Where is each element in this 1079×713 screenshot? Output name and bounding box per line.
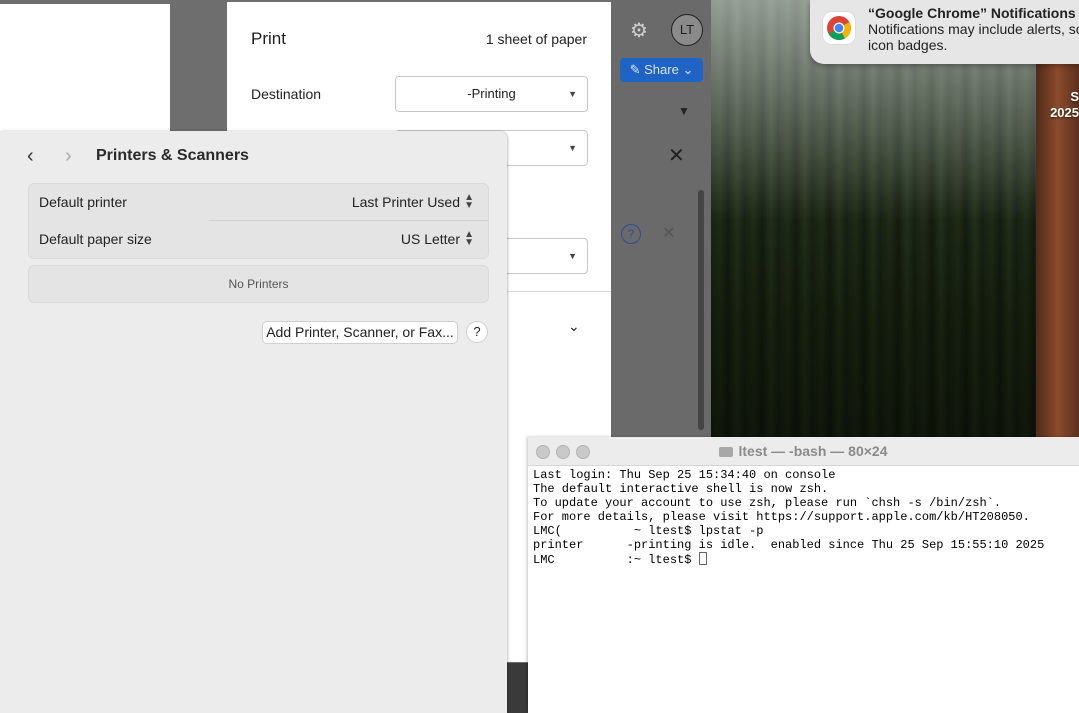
terminal-window: ltest — -bash — 80×24 Last login: Thu Se… [528,437,1079,713]
terminal-prompt: LMC :~ ltest$ [533,553,699,567]
print-title: Print [251,29,286,48]
terminal-line: For more details, please visit https://s… [533,510,1030,524]
terminal-line: printer -printing is idle. enabled since… [533,538,1045,552]
sheet-count: 1 sheet of paper [485,31,587,47]
destination-label: Destination [251,86,322,102]
terminal-titlebar[interactable]: ltest — -bash — 80×24 [528,437,1079,466]
notification-body-line: icon badges. [868,37,948,53]
print-preview-page [0,4,170,131]
notification-title: “Google Chrome” Notifications [868,5,1076,21]
notification-banner[interactable]: “Google Chrome” Notifications Notificati… [810,0,1079,64]
paper-size-value[interactable]: US Letter [401,231,460,247]
caret-down-icon: ▼ [568,251,577,261]
terminal-line: To update your account to use zsh, pleas… [533,496,1002,510]
avatar[interactable]: LT [671,14,703,46]
pane-title: Printers & Scanners [96,147,249,164]
forward-chevron-icon[interactable]: › [65,145,72,168]
terminal-output[interactable]: Last login: Thu Sep 25 15:34:40 on conso… [533,468,1079,567]
destination-value: -Printing [467,86,516,101]
desktop-year-fragment: 2025 [1050,105,1079,120]
desktop-date-fragment: S [1070,89,1079,104]
chevron-down-icon[interactable]: ▼ [678,104,690,118]
folder-icon [719,447,734,457]
close-icon[interactable]: ✕ [662,223,675,243]
default-printer-row[interactable]: Default printer Last Printer Used ▲ ▼ [29,184,488,221]
back-chevron-icon[interactable]: ‹ [27,145,34,168]
terminal-line: LMC( ~ ltest$ lpstat -p [533,524,764,538]
paper-size-label: Default paper size [39,231,152,247]
close-icon[interactable]: ✕ [668,143,685,168]
notification-body: Notifications may include alerts, so ico… [868,21,1079,53]
updown-icon[interactable]: ▲ ▼ [464,193,474,211]
terminal-prompt-line: LMC :~ ltest$ [533,552,1079,567]
default-paper-size-row[interactable]: Default paper size US Letter ▲ ▼ [29,221,488,258]
share-label: Share [644,62,679,77]
defaults-group: Default printer Last Printer Used ▲ ▼ Def… [28,183,489,259]
no-printers-text: No Printers [228,277,289,291]
default-printer-value[interactable]: Last Printer Used [352,194,460,210]
terminal-line: The default interactive shell is now zsh… [533,482,829,496]
notification-body-line: Notifications may include alerts, so [868,21,1079,37]
background-strip [507,663,529,713]
terminal-title: ltest — -bash — 80×24 [738,443,888,459]
gear-icon[interactable]: ⚙ [627,19,651,43]
chevron-down-icon: ⌄ [682,62,694,77]
divider [507,291,611,292]
updown-icon[interactable]: ▲ ▼ [464,230,474,248]
add-printer-button[interactable]: Add Printer, Scanner, or Fax... [262,321,458,344]
share-button[interactable]: ✎ Share ⌄ [620,58,703,82]
pencil-icon: ✎ [629,62,641,77]
caret-down-icon: ▼ [568,143,577,153]
help-button[interactable]: ? [466,321,488,343]
destination-select[interactable]: -Printing ▼ [395,76,588,112]
help-icon[interactable]: ? [621,224,641,244]
caret-down-icon: ▼ [568,89,577,99]
chrome-icon [823,12,855,44]
printer-list: No Printers [28,265,489,303]
terminal-line: Last login: Thu Sep 25 15:34:40 on conso… [533,468,836,482]
scrollbar[interactable] [698,190,704,430]
more-settings-chevron-icon[interactable]: ⌄ [568,318,580,335]
text-cursor [698,552,707,565]
default-printer-label: Default printer [39,194,127,210]
